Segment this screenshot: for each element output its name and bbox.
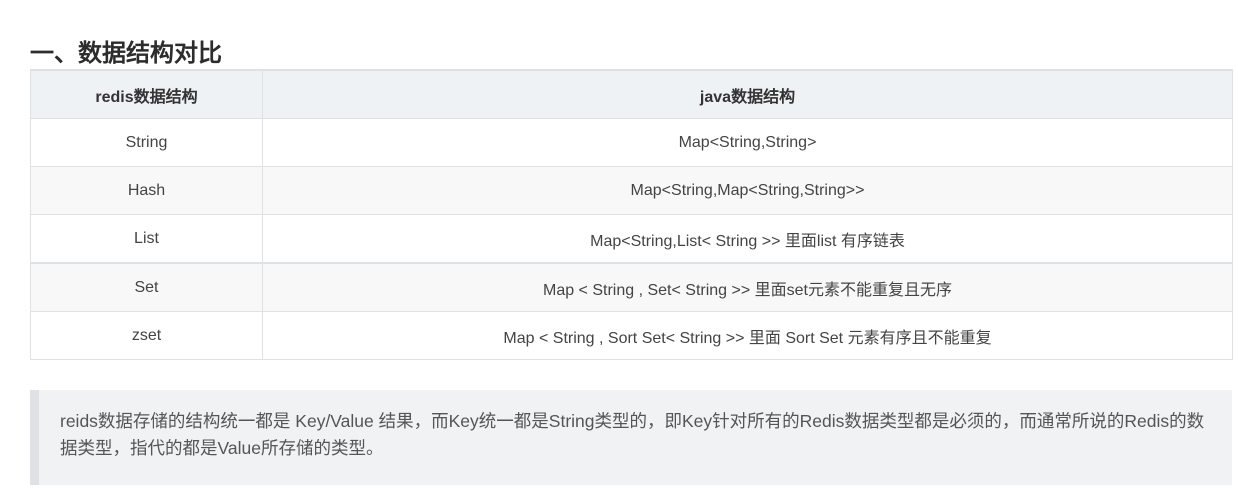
redis-type-cell: Set	[30, 262, 263, 312]
table-row: Set Map < String , Set< String >> 里面set元…	[30, 262, 1233, 312]
java-type-cell: Map<String,String>	[262, 118, 1233, 167]
comparison-table: redis数据结构 java数据结构 String Map<String,Str…	[30, 69, 1233, 360]
redis-type-cell: zset	[30, 311, 263, 360]
redis-type-cell: List	[30, 214, 263, 264]
java-type-cell: Map < String , Sort Set< String >> 里面 So…	[262, 311, 1233, 360]
java-type-cell: Map < String , Set< String >> 里面set元素不能重…	[262, 262, 1233, 312]
section-title: 一、数据结构对比	[30, 38, 222, 67]
redis-type-cell: String	[30, 118, 263, 167]
table-row: String Map<String,String>	[30, 118, 1233, 167]
column-header-java: java数据结构	[262, 69, 1233, 119]
table-row: zset Map < String , Sort Set< String >> …	[30, 311, 1233, 360]
table-row: Hash Map<String,Map<String,String>>	[30, 166, 1233, 215]
blockquote-note: reids数据存储的结构统一都是 Key/Value 结果，而Key统一都是St…	[30, 390, 1232, 485]
note-text: reids数据存储的结构统一都是 Key/Value 结果，而Key统一都是St…	[60, 411, 1205, 458]
table-header-row: redis数据结构 java数据结构	[30, 69, 1233, 119]
java-type-cell: Map<String,Map<String,String>>	[262, 166, 1233, 215]
redis-type-cell: Hash	[30, 166, 263, 215]
java-type-cell: Map<String,List< String >> 里面list 有序链表	[262, 214, 1233, 264]
table-row: List Map<String,List< String >> 里面list 有…	[30, 214, 1233, 264]
column-header-redis: redis数据结构	[30, 69, 263, 119]
